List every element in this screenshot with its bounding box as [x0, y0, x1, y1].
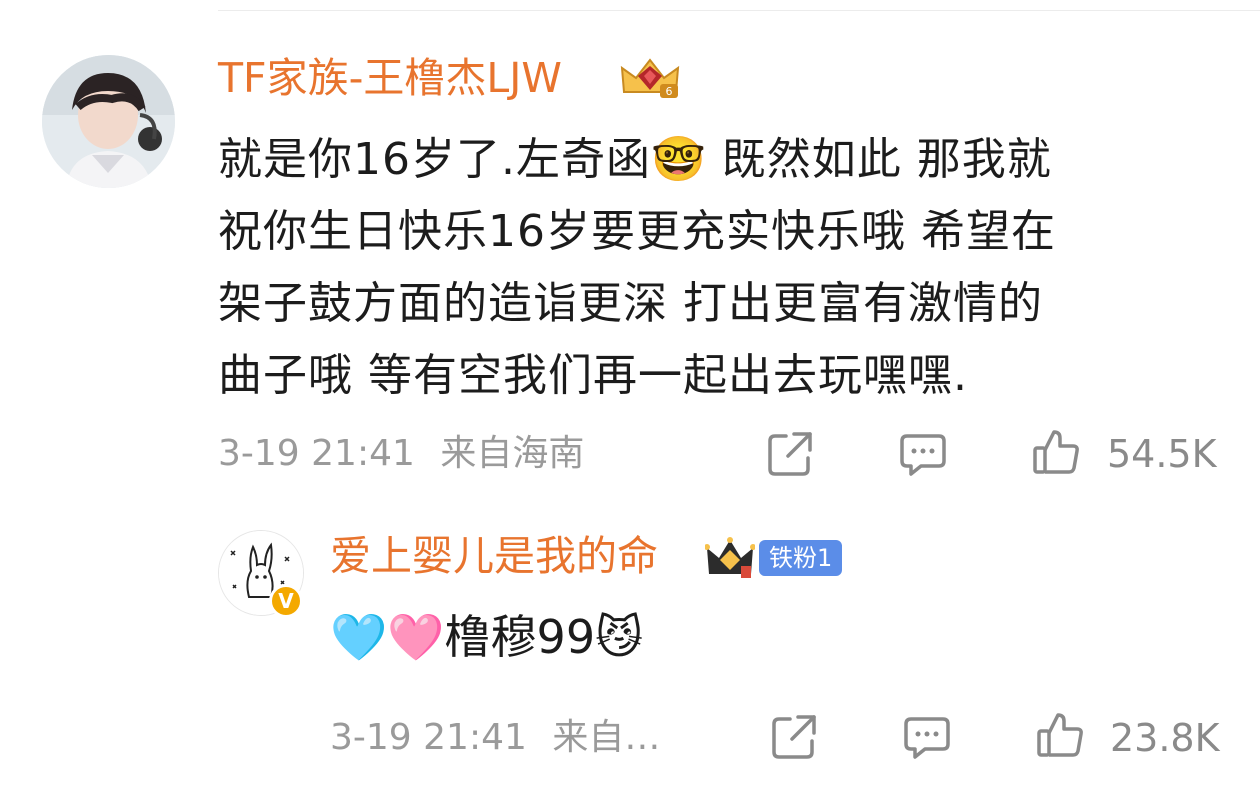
avatar-photo — [42, 55, 175, 188]
comment-text: 就是你16岁了.左奇函🤓 既然如此 那我就 祝你生日快乐16岁要更充实快乐哦 希… — [218, 124, 1218, 412]
username[interactable]: TF家族-王橹杰LJW — [218, 52, 562, 104]
crown-fan-icon — [705, 537, 755, 578]
fan-badge-label: 铁粉1 — [759, 540, 843, 576]
verified-v-badge-icon: V — [269, 584, 303, 618]
reply-location: 来自… — [552, 717, 661, 758]
reply-share-icon[interactable] — [770, 713, 818, 761]
timestamp: 3-19 21:41 — [218, 433, 415, 474]
avatar[interactable] — [42, 55, 175, 188]
reply-like-count: 23.8K — [1110, 716, 1220, 760]
crown-level-badge-icon[interactable]: 6 — [618, 54, 682, 100]
reply-thumbs-up-icon[interactable] — [1036, 711, 1084, 759]
location: 来自海南 — [440, 433, 585, 474]
comment-line: 祝你生日快乐16岁要更充实快乐哦 希望在 — [218, 206, 1056, 257]
comment-line: 曲子哦 等有空我们再一起出去玩嘿嘿. — [218, 350, 968, 401]
reply-meta: 3-19 21:41 来自… — [330, 716, 660, 760]
reply-comment-icon[interactable] — [903, 713, 951, 761]
like-count: 54.5K — [1107, 432, 1217, 476]
thumbs-up-icon[interactable] — [1032, 428, 1080, 476]
top-divider — [218, 10, 1260, 11]
comment-icon[interactable] — [899, 430, 947, 478]
reply-text: 🩵🩷橹穆99😼 — [330, 610, 644, 664]
reply-timestamp: 3-19 21:41 — [330, 717, 527, 758]
comment-meta: 3-19 21:41 来自海南 — [218, 432, 584, 476]
comment-line: 就是你16岁了.左奇函🤓 既然如此 那我就 — [218, 134, 1052, 185]
badge-level: 6 — [666, 85, 673, 98]
fan-badge[interactable]: 铁粉1 — [705, 536, 843, 580]
share-icon[interactable] — [766, 430, 814, 478]
reply-username[interactable]: 爱上婴儿是我的命 — [330, 530, 658, 582]
comment-line: 架子鼓方面的造诣更深 打出更富有激情的 — [218, 278, 1043, 329]
